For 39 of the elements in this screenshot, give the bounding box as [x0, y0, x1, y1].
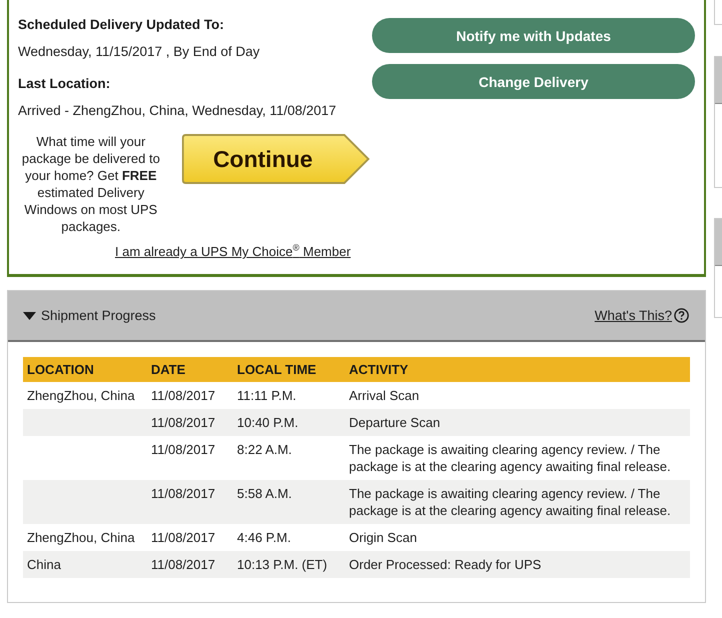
- table-cell: ZhengZhou, China: [23, 524, 147, 551]
- whats-this-link[interactable]: What's This?: [594, 308, 672, 323]
- column-header: DATE: [147, 357, 233, 382]
- table-cell: Departure Scan: [345, 409, 690, 436]
- table-cell: 11/08/2017: [147, 436, 233, 480]
- table-cell: 5:58 A.M.: [233, 480, 345, 524]
- scheduled-delivery-date: Wednesday, 11/15/2017 , By End of Day: [18, 43, 261, 60]
- table-cell: 4:46 P.M.: [233, 524, 345, 551]
- help-icon[interactable]: [674, 308, 689, 323]
- action-button[interactable]: Change Delivery: [372, 64, 695, 99]
- my-choice-member-link[interactable]: I am already a UPS My Choice$^{®}$ Member: [115, 244, 351, 260]
- delivery-window-promo-text: What time will your package be delivered to your home? Get FREE estimated Delivery Windows on most UPS packages.: [20, 133, 161, 235]
- last-location-heading: Last Location:: [18, 75, 112, 92]
- expand-triangle-icon[interactable]: [23, 312, 36, 320]
- table-cell: 10:40 P.M.: [233, 409, 345, 436]
- column-header: LOCATION: [23, 357, 147, 382]
- table-cell: 11/08/2017: [147, 551, 233, 578]
- action-button[interactable]: Notify me with Updates: [372, 18, 695, 53]
- column-header: LOCAL TIME: [233, 357, 345, 382]
- table-cell: 8:22 A.M.: [233, 436, 345, 480]
- table-cell: Origin Scan: [345, 524, 690, 551]
- table-cell: 11/08/2017: [147, 480, 233, 524]
- table-cell: 11:11 P.M.: [233, 382, 345, 409]
- table-cell: The package is awaiting clearing agency review. / The package is at the clearing agency awaiting final release.: [345, 480, 690, 524]
- column-header: ACTIVITY: [345, 357, 690, 382]
- table-cell: Order Processed: Ready for UPS: [345, 551, 690, 578]
- scheduled-delivery-heading: Scheduled Delivery Updated To:: [18, 16, 226, 33]
- table-cell: Arrival Scan: [345, 382, 690, 409]
- continue-button[interactable]: Continue: [182, 134, 370, 184]
- table-cell: China: [23, 551, 147, 578]
- table-cell: 11/08/2017: [147, 382, 233, 409]
- table-cell: 11/08/2017: [147, 524, 233, 551]
- table-cell: 11/08/2017: [147, 409, 233, 436]
- table-cell: ZhengZhou, China: [23, 382, 147, 409]
- table-cell: The package is awaiting clearing agency review. / The package is at the clearing agency awaiting final release.: [345, 436, 690, 480]
- shipment-progress-header[interactable]: Shipment Progress What's This?: [8, 291, 705, 342]
- table-cell: 10:13 P.M. (ET): [233, 551, 345, 578]
- shipment-progress-title: Shipment Progress: [41, 308, 156, 323]
- last-location-text: Arrived - ZhengZhou, China, Wednesday, 11/08/2017: [18, 102, 338, 119]
